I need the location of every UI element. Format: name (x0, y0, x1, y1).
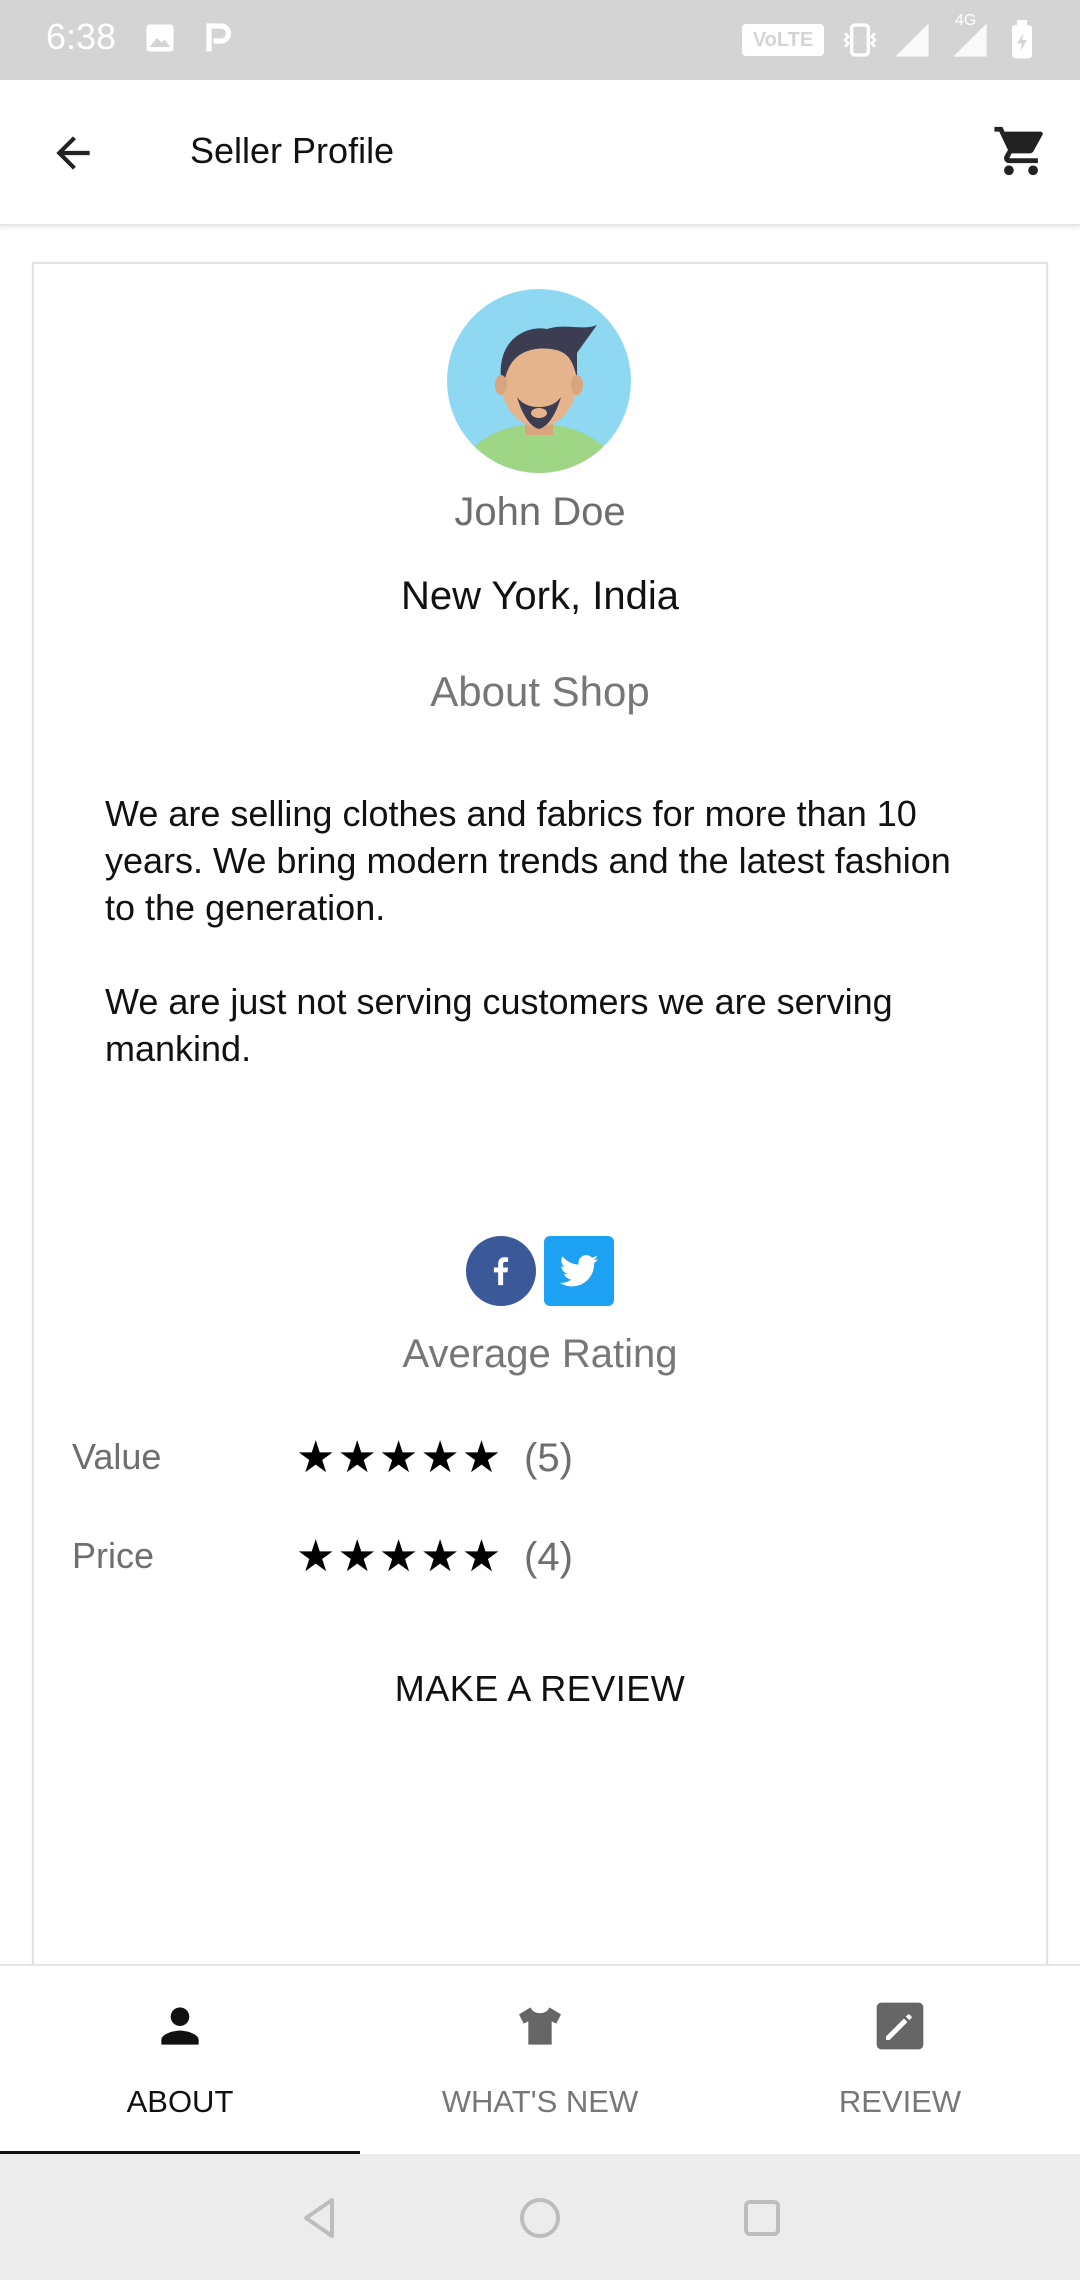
volte-badge: VoLTE (742, 24, 824, 56)
rating-row-value: Value ★★★★★ (5) (72, 1428, 972, 1488)
rating-count: (4) (524, 1535, 573, 1579)
tshirt-icon (519, 2007, 561, 2045)
signal-4g-icon (953, 23, 987, 57)
about-shop-heading: About Shop (430, 668, 650, 715)
system-navigation-bar (0, 2154, 1080, 2280)
arrow-left-icon (56, 136, 90, 170)
shopping-cart-icon (994, 126, 1043, 176)
tab-review[interactable]: REVIEW (720, 1966, 1080, 2156)
system-home-button[interactable] (512, 2190, 568, 2246)
seller-location: New York, India (401, 574, 679, 618)
p-app-icon (206, 23, 232, 52)
volte-label: VoLTE (752, 29, 814, 51)
about-paragraph: We are selling clothes and fabrics for m… (105, 793, 951, 928)
rating-label: Value (72, 1436, 162, 1477)
cart-button[interactable] (988, 118, 1054, 184)
seller-name: John Doe (454, 490, 626, 534)
rating-label: Price (72, 1535, 155, 1576)
bottom-navigation: ABOUT WHAT'S NEW REVIEW (0, 1964, 1080, 2156)
edit-icon (876, 2002, 924, 2050)
tab-about[interactable]: ABOUT (0, 1966, 360, 2156)
vibrate-icon (843, 23, 877, 57)
status-time: 6:38 (46, 16, 117, 57)
rating-row-price: Price ★★★★★ (4) (72, 1527, 972, 1587)
system-recents-button[interactable] (734, 2190, 790, 2246)
tab-label: WHAT'S NEW (441, 2084, 639, 2119)
app-bar: Seller Profile (0, 80, 1080, 226)
back-button[interactable] (40, 120, 106, 186)
tab-label: REVIEW (838, 2084, 962, 2119)
tab-label: ABOUT (126, 2084, 234, 2119)
circle-home-icon (520, 2198, 560, 2238)
avatar-illustration (459, 325, 619, 473)
rating-count: (5) (524, 1436, 573, 1480)
about-paragraph: We are just not serving customers we are… (105, 981, 893, 1069)
star-rating: ★★★★★ (296, 1432, 504, 1483)
square-recents-icon (744, 2200, 780, 2236)
twitter-icon (559, 1255, 599, 1287)
gallery-icon (146, 24, 174, 52)
person-icon (161, 2007, 199, 2045)
status-bar: 6:38 VoLTE 4G (0, 0, 1080, 80)
system-back-button[interactable] (292, 2190, 348, 2246)
battery-icon (1012, 20, 1032, 59)
star-rating: ★★★★★ (296, 1531, 504, 1582)
triangle-back-icon (304, 2198, 334, 2238)
average-rating-heading: Average Rating (402, 1332, 678, 1376)
make-review-button[interactable]: MAKE A REVIEW (340, 1668, 740, 1728)
facebook-button[interactable] (466, 1236, 536, 1306)
page-title: Seller Profile (190, 130, 395, 171)
seller-avatar (447, 289, 631, 473)
about-shop-text: We are selling clothes and fabrics for m… (105, 790, 985, 1119)
twitter-button[interactable] (544, 1236, 614, 1306)
facebook-icon (493, 1257, 509, 1286)
tab-whats-new[interactable]: WHAT'S NEW (360, 1966, 720, 2156)
signal-icon (895, 23, 929, 57)
